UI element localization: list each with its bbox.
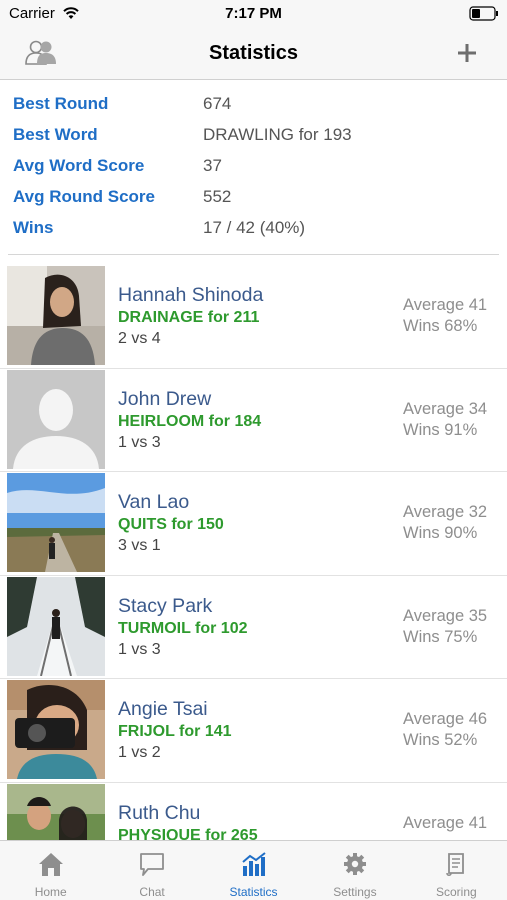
player-name: Hannah Shinoda [118, 284, 264, 306]
scroll-icon [446, 853, 465, 877]
player-wins: Wins 75% [403, 627, 478, 646]
player-name: Ruth Chu [118, 801, 201, 824]
player-name: Stacy Park [118, 594, 213, 617]
stat-row-best-round: Best Round 674 [0, 90, 507, 121]
stat-value: DRAWLING for 193 [203, 125, 352, 144]
stat-label: Wins [13, 218, 54, 237]
player-avatar [7, 473, 105, 572]
player-row[interactable]: Angie Tsai FRIJOL for 141 1 vs 2 Average… [0, 679, 507, 783]
tab-statistics[interactable]: Statistics [203, 841, 304, 900]
tab-home[interactable]: Home [0, 841, 101, 900]
stat-row-avg-round-score: Avg Round Score 552 [0, 183, 507, 214]
player-row[interactable]: John Drew HEIRLOOM for 184 1 vs 3 Averag… [0, 369, 507, 472]
gear-icon [343, 853, 366, 875]
stat-value: 37 [203, 156, 222, 175]
stat-value: 674 [203, 94, 232, 113]
stat-label: Best Word [13, 125, 98, 144]
player-record: 2 vs 4 [118, 330, 161, 347]
player-best-word: QUITS for 150 [118, 516, 224, 533]
player-wins: Wins 91% [403, 420, 478, 439]
divider [8, 254, 499, 255]
player-average: Average 32 [403, 503, 488, 521]
stat-label: Avg Word Score [13, 156, 145, 175]
tab-chat[interactable]: Chat [101, 841, 202, 900]
tab-label: Chat [139, 885, 165, 899]
player-record: 1 vs 2 [118, 744, 161, 761]
add-icon[interactable] [456, 42, 478, 64]
player-best-word: HEIRLOOM for 184 [118, 412, 262, 430]
player-row[interactable]: Hannah Shinoda DRAINAGE for 211 2 vs 4 A… [0, 265, 507, 369]
player-row[interactable]: Van Lao QUITS for 150 3 vs 1 Average 32 … [0, 472, 507, 576]
stat-value: 17 / 42 (40%) [203, 218, 306, 237]
player-name: Van Lao [118, 491, 190, 513]
stat-label: Avg Round Score [13, 187, 155, 206]
tab-label: Settings [333, 885, 377, 899]
player-avatar [7, 680, 105, 779]
player-row[interactable]: Stacy Park TURMOIL for 102 1 vs 3 Averag… [0, 576, 507, 679]
tab-label: Statistics [229, 885, 278, 899]
player-avatar [7, 266, 105, 365]
player-average: Average 35 [403, 606, 488, 625]
stat-value: 552 [203, 187, 232, 206]
player-name: Angie Tsai [118, 698, 208, 720]
player-record: 1 vs 3 [118, 433, 161, 451]
player-average: Average 46 [403, 710, 488, 728]
player-record: 1 vs 3 [118, 640, 161, 658]
tab-label: Scoring [435, 885, 477, 899]
player-record: 3 vs 1 [118, 537, 161, 554]
battery-icon [469, 6, 498, 21]
player-avatar [7, 369, 105, 469]
player-best-word: FRIJOL for 141 [118, 723, 232, 740]
player-average: Average 41 [403, 296, 488, 314]
player-average: Average 34 [403, 399, 488, 418]
player-best-word: DRAINAGE for 211 [118, 309, 260, 326]
tab-bar: Home Chat Statistics Settings Scoring [0, 840, 507, 900]
page-title: Statistics [209, 42, 298, 64]
stat-row-wins: Wins 17 / 42 (40%) [0, 214, 507, 245]
player-wins: Wins 90% [403, 524, 478, 542]
tab-label: Home [34, 885, 67, 899]
stat-row-best-word: Best Word DRAWLING for 193 [0, 121, 507, 152]
stat-label: Best Round [13, 94, 109, 113]
navigation-bar: Statistics [0, 28, 507, 80]
opponent-list: Hannah Shinoda DRAINAGE for 211 2 vs 4 A… [0, 265, 507, 886]
player-wins: Wins 68% [403, 317, 478, 335]
statistics-icon [241, 852, 266, 876]
stats-summary: Best Round 674 Best Word DRAWLING for 19… [0, 90, 507, 245]
tab-scoring[interactable]: Scoring [406, 841, 507, 900]
player-best-word: TURMOIL for 102 [118, 619, 248, 637]
player-name: John Drew [118, 387, 212, 410]
home-icon [38, 853, 63, 876]
clock: 7:17 PM [225, 5, 282, 22]
status-bar: Carrier 7:17 PM [0, 0, 507, 28]
stat-row-avg-word-score: Avg Word Score 37 [0, 152, 507, 183]
chat-icon [140, 853, 165, 876]
player-wins: Wins 52% [403, 731, 478, 749]
tab-settings[interactable]: Settings [304, 841, 405, 900]
player-average: Average 41 [403, 813, 488, 832]
player-avatar [7, 576, 105, 676]
